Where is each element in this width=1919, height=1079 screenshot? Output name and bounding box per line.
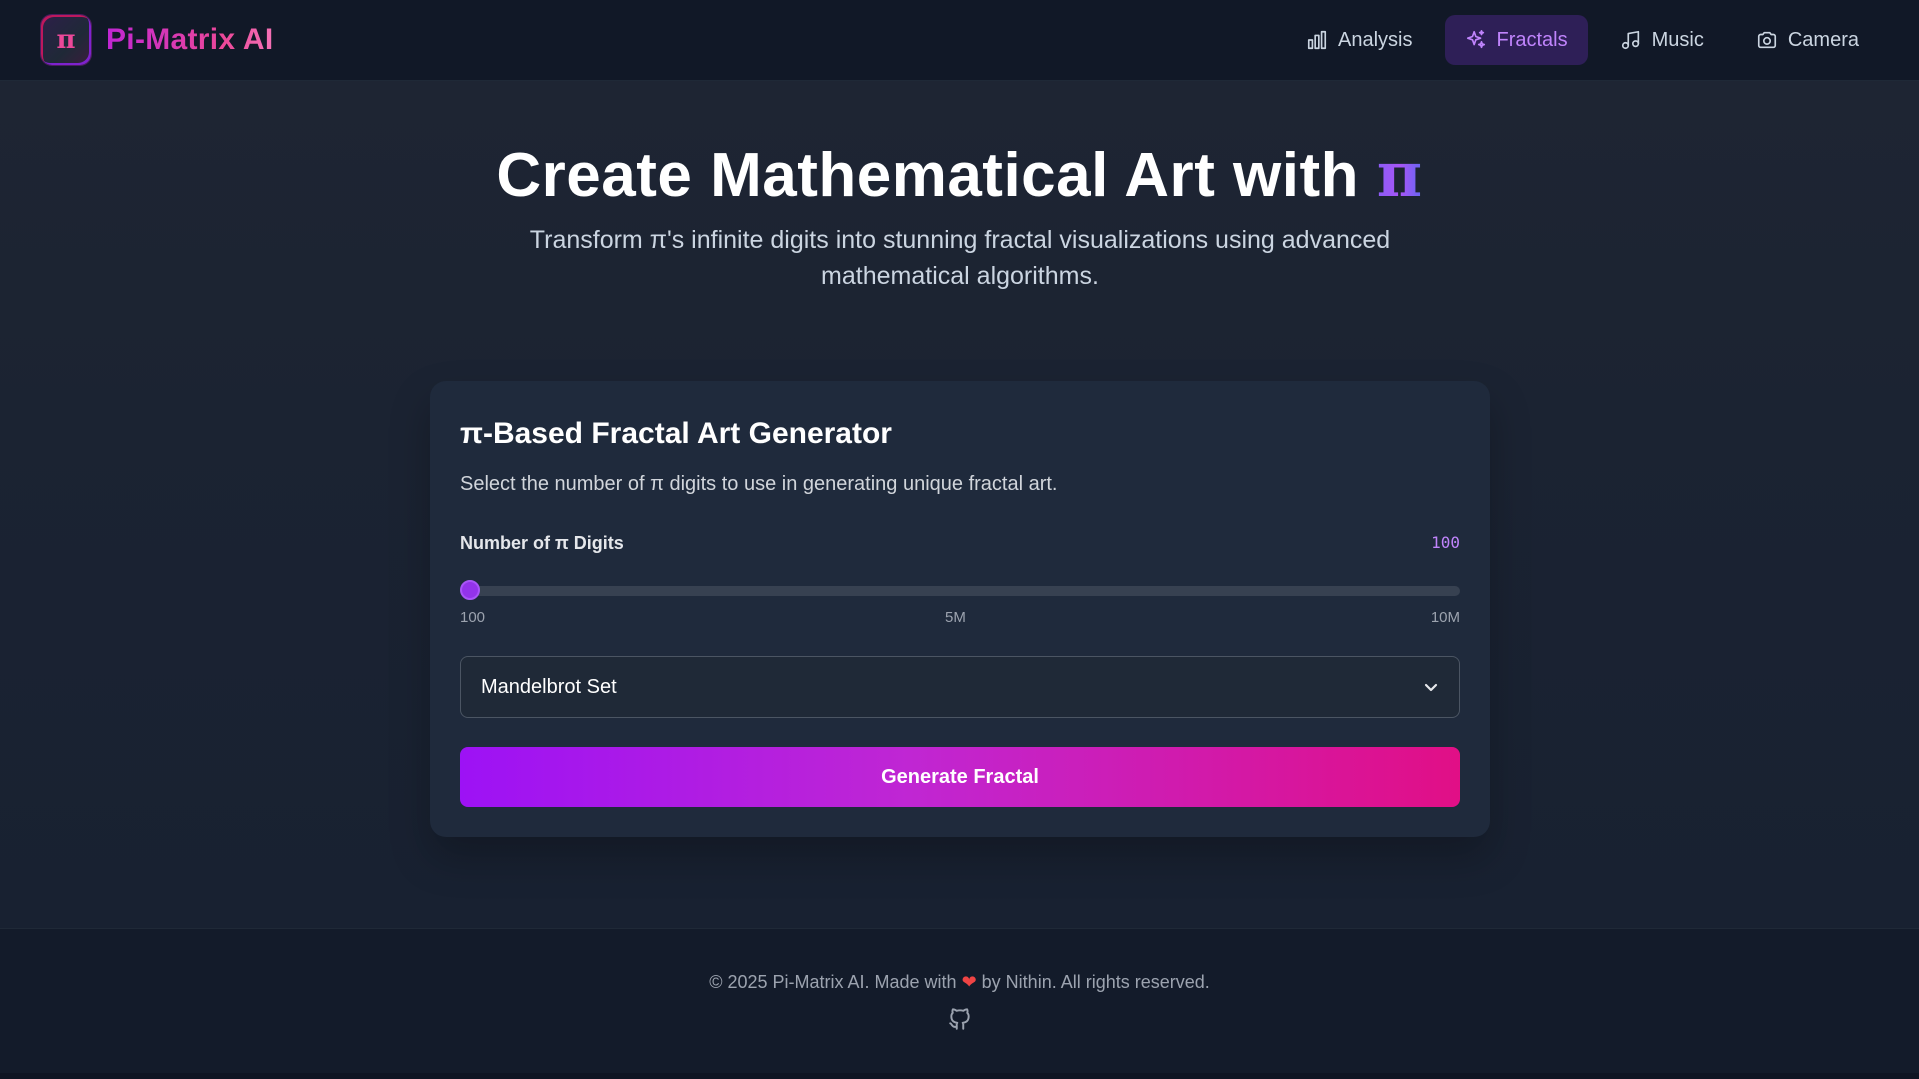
- hero-title-pi: π: [1376, 138, 1423, 211]
- slider-tick-min: 100: [460, 609, 486, 626]
- footer-copyright: © 2025 Pi-Matrix AI. Made with ❤ by Nith…: [0, 972, 1919, 993]
- bar-chart-icon: [1307, 30, 1327, 50]
- slider-tick-max: 10M: [1430, 609, 1460, 626]
- generator-title: π-Based Fractal Art Generator: [460, 417, 892, 450]
- generate-fractal-button[interactable]: Generate Fractal: [460, 747, 1460, 807]
- fractal-type-select[interactable]: Mandelbrot Set: [460, 656, 1460, 718]
- brand-name: Pi-Matrix AI: [106, 23, 274, 56]
- footer-text-after: by Nithin. All rights reserved.: [976, 972, 1210, 992]
- heart-icon: ❤: [961, 972, 977, 992]
- fractal-type-value: Mandelbrot Set: [481, 675, 617, 698]
- digits-label: Number of π Digits: [460, 533, 624, 553]
- pi-logo-icon: π: [40, 14, 92, 66]
- page-bottom-edge: [0, 1073, 1919, 1079]
- footer-text-before: © 2025 Pi-Matrix AI. Made with: [709, 972, 962, 992]
- github-icon[interactable]: [947, 1006, 973, 1032]
- chevron-down-icon: [1424, 683, 1438, 692]
- nav-analysis-label: Analysis: [1338, 28, 1413, 51]
- main-nav: Analysis Fractals Music Camera: [1286, 15, 1879, 65]
- nav-camera[interactable]: Camera: [1736, 15, 1879, 65]
- nav-analysis[interactable]: Analysis: [1286, 15, 1432, 65]
- digits-slider-track[interactable]: [460, 586, 1460, 596]
- generator-description: Select the number of π digits to use in …: [460, 473, 1058, 495]
- digits-value: 100: [1431, 533, 1460, 552]
- nav-music-label: Music: [1651, 28, 1704, 51]
- hero-title: Create Mathematical Art with π: [0, 138, 1919, 211]
- footer: © 2025 Pi-Matrix AI. Made with ❤ by Nith…: [0, 928, 1919, 1079]
- brand[interactable]: π Pi-Matrix AI: [40, 14, 274, 66]
- digits-slider-thumb[interactable]: [460, 580, 480, 600]
- nav-fractals[interactable]: Fractals: [1444, 15, 1588, 65]
- camera-icon: [1757, 31, 1776, 49]
- top-navbar: π Pi-Matrix AI Analysis Fractals Music C…: [0, 0, 1919, 81]
- nav-music[interactable]: Music: [1600, 15, 1724, 65]
- sparkles-icon: [1466, 30, 1485, 49]
- nav-camera-label: Camera: [1787, 28, 1859, 51]
- nav-fractals-label: Fractals: [1496, 28, 1568, 51]
- music-note-icon: [1621, 30, 1639, 50]
- slider-tick-mid: 5M: [945, 609, 966, 626]
- hero-subtitle: Transform π's infinite digits into stunn…: [529, 226, 1391, 290]
- fractal-generator-card: π-Based Fractal Art Generator Select the…: [430, 381, 1490, 837]
- hero-title-text: Create Mathematical Art with: [496, 141, 1377, 210]
